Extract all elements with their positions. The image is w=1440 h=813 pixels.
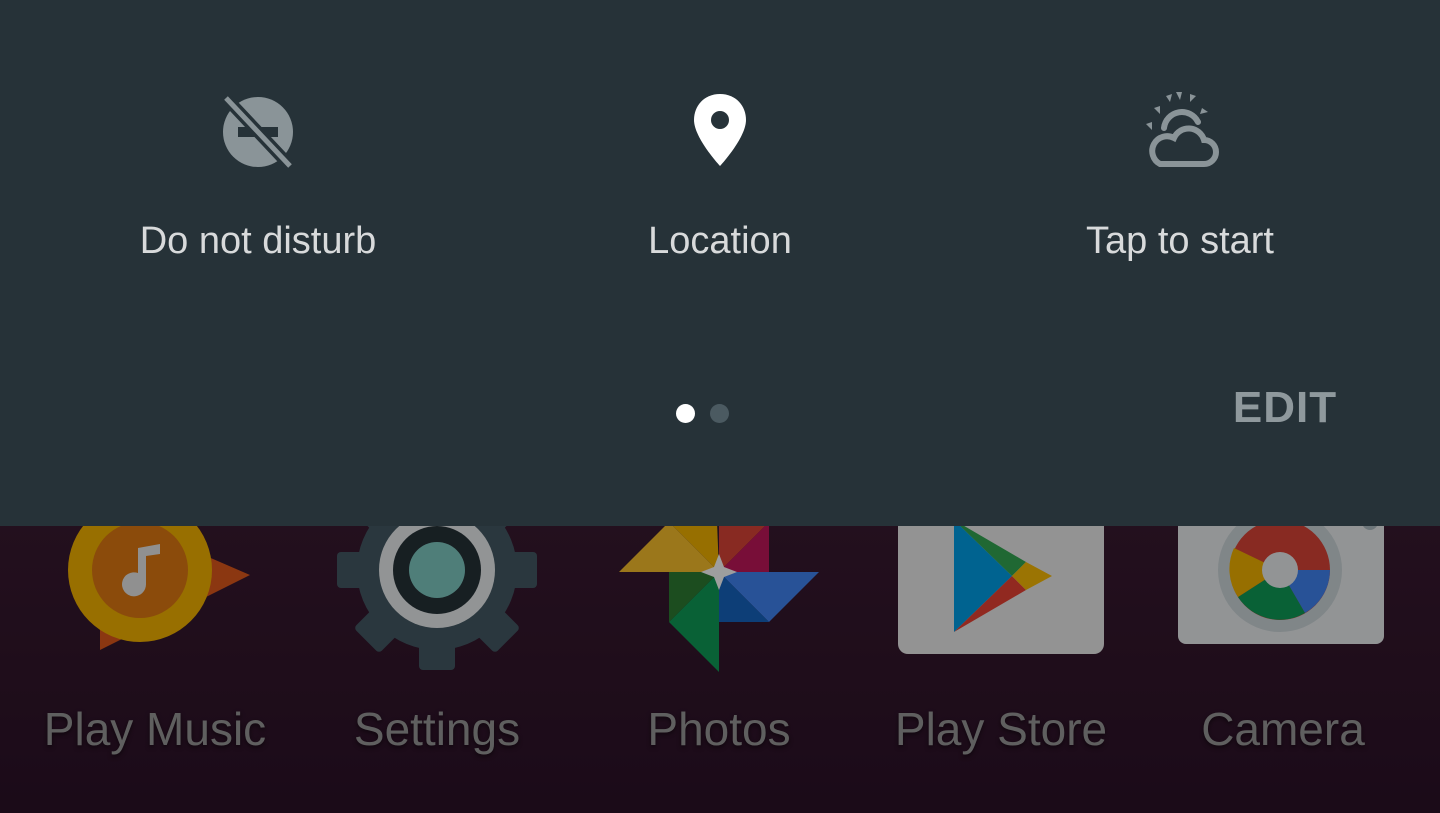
play-store-icon [898, 500, 1104, 654]
edit-button[interactable]: EDIT [1220, 378, 1350, 438]
night-mode-icon [1146, 92, 1219, 167]
location-pin-icon [694, 94, 746, 166]
tile-do-not-disturb[interactable]: Do not disturb [58, 82, 458, 282]
android-screen: Play Music Settings Photos Play Store Ca… [0, 0, 1440, 813]
tile-label: Tap to start [1086, 220, 1274, 262]
dock-app-photos[interactable]: Photos [578, 500, 860, 800]
dock-app-label: Camera [1201, 703, 1365, 755]
tile-label: Location [648, 220, 792, 262]
tile-location[interactable]: Location [520, 82, 920, 282]
quick-settings-panel: Do not disturb Location Tap to start EDI… [0, 0, 1440, 526]
dock-app-camera[interactable]: Camera [1142, 500, 1424, 800]
dock-app-label: Photos [647, 703, 791, 755]
settings-gear-icon [337, 500, 537, 670]
page-indicator [676, 404, 736, 424]
dock-app-settings[interactable]: Settings [296, 500, 578, 800]
page-dot-inactive[interactable] [710, 404, 729, 423]
photos-pinwheel-icon [619, 522, 819, 672]
play-music-icon [68, 500, 250, 650]
dock-app-play-music[interactable]: Play Music [14, 500, 296, 800]
dock-app-play-store[interactable]: Play Store [860, 500, 1142, 800]
dock-app-label: Play Music [43, 703, 267, 755]
tile-label: Do not disturb [139, 220, 377, 262]
do-not-disturb-off-icon [221, 93, 295, 171]
page-dot-active[interactable] [676, 404, 695, 423]
dock-app-label: Settings [353, 703, 521, 755]
dock-app-label: Play Store [894, 703, 1108, 755]
tile-night-mode[interactable]: Tap to start [980, 82, 1380, 282]
camera-icon [1178, 500, 1384, 644]
